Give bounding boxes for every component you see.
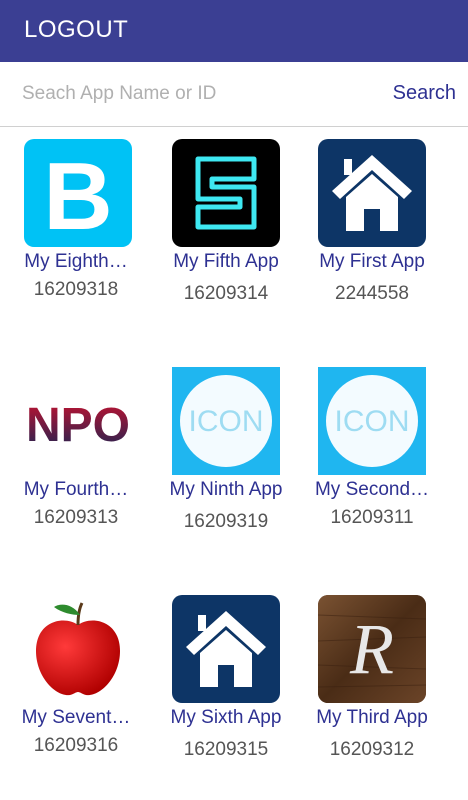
search-bar: Search	[0, 62, 468, 127]
app-id: 16209314	[183, 283, 269, 304]
app-id: 16209312	[329, 739, 415, 760]
app-name: My Fifth App	[173, 251, 279, 272]
search-button[interactable]: Search	[393, 82, 456, 105]
app-name: My Ninth App	[169, 479, 283, 500]
logout-button[interactable]: LOGOUT	[24, 16, 128, 44]
neon-e-icon	[172, 139, 280, 247]
app-id: 16209311	[330, 507, 414, 528]
app-name: My Second…	[314, 479, 430, 500]
app-name: My Third App	[316, 707, 428, 728]
house-icon	[318, 139, 426, 247]
apple-icon	[24, 595, 132, 703]
app-id: 16209315	[183, 739, 269, 760]
npo-logo-icon: NPO	[24, 367, 132, 475]
app-id: 16209313	[33, 507, 119, 528]
app-name: My Sevent…	[21, 707, 131, 728]
app-id: 16209316	[33, 735, 119, 756]
app-id: 16209319	[183, 511, 269, 532]
app-header: LOGOUT	[0, 0, 468, 62]
letter-b-icon: B	[24, 139, 132, 247]
app-id: 16209318	[33, 279, 119, 300]
svg-text:ICON: ICON	[335, 405, 410, 438]
app-name: My Sixth App	[170, 707, 282, 728]
app-name: My First App	[319, 251, 425, 272]
icon-placeholder-icon: ICON	[172, 367, 280, 475]
svg-text:R: R	[349, 609, 394, 689]
svg-text:B: B	[43, 143, 112, 247]
search-input[interactable]	[22, 80, 362, 108]
app-name: My Eighth…	[24, 251, 128, 272]
wood-r-icon: R	[318, 595, 426, 703]
icon-placeholder-icon: ICON	[318, 367, 426, 475]
house-icon	[172, 595, 280, 703]
app-name: My Fourth…	[23, 479, 129, 500]
svg-text:NPO: NPO	[26, 399, 130, 452]
app-id: 2244558	[335, 283, 409, 304]
svg-text:ICON: ICON	[189, 405, 264, 438]
